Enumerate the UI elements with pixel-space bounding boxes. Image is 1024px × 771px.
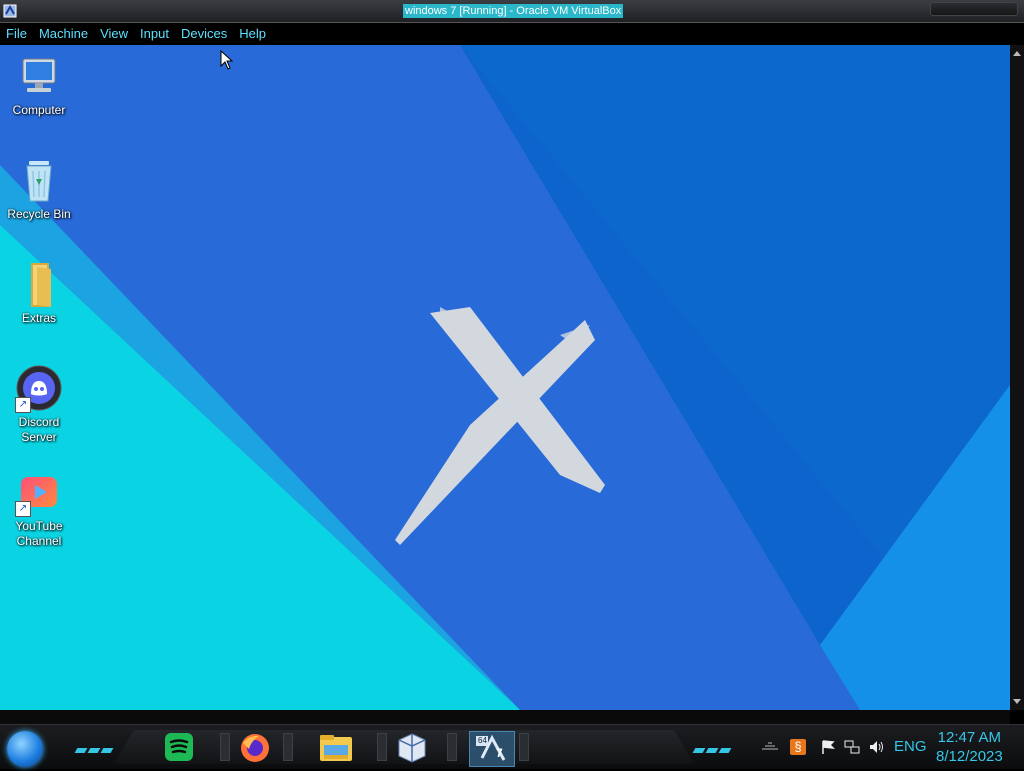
window-title: windows 7 [Running] - Oracle VM VirtualB… xyxy=(403,4,624,18)
menu-help[interactable]: Help xyxy=(233,23,272,45)
shortcut-arrow-icon: ↗ xyxy=(15,397,31,413)
desktop-icon-recycle-bin[interactable]: Recycle Bin xyxy=(1,157,77,222)
desktop-icon-label: Computer xyxy=(12,103,66,117)
menu-view[interactable]: View xyxy=(94,23,134,45)
menu-devices[interactable]: Devices xyxy=(175,23,233,45)
virtualbox-icon xyxy=(398,733,426,763)
clock-time: 12:47 AM xyxy=(937,729,1002,746)
taskbar-separator xyxy=(519,733,529,761)
vm-number: 7 xyxy=(496,746,503,760)
taskbar-virtualbox[interactable] xyxy=(392,731,432,765)
desktop-icon-youtube-channel[interactable]: ↗ YouTube Channel xyxy=(1,469,77,549)
desktop-icon-label: Discord Server xyxy=(18,415,60,444)
scroll-down-icon[interactable] xyxy=(1013,699,1021,704)
scroll-up-icon[interactable] xyxy=(1013,51,1021,56)
taskbar-firefox[interactable] xyxy=(235,731,275,765)
vm-badge: 64 xyxy=(478,736,487,745)
recycle-bin-icon xyxy=(15,157,63,205)
show-hidden-icon[interactable] xyxy=(760,739,780,755)
computer-icon xyxy=(15,53,63,101)
desktop-icon-label: Recycle Bin xyxy=(7,207,71,221)
taskbar-separator xyxy=(377,733,387,761)
vertical-scrollbar[interactable] xyxy=(1010,45,1024,710)
desktop-icon-label: YouTube Channel xyxy=(15,519,63,548)
window-caption-buttons[interactable] xyxy=(930,2,1018,16)
taskbar-separator xyxy=(220,733,230,761)
file-explorer-icon xyxy=(320,735,352,761)
folder-icon xyxy=(15,261,63,309)
taskbar-separator xyxy=(447,733,457,761)
taskbar-windows7-vm[interactable]: 64 7 xyxy=(469,731,515,767)
vm-menubar: File Machine View Input Devices Help xyxy=(0,23,1024,45)
taskbar-file-explorer[interactable] xyxy=(316,731,356,765)
discord-icon: ↗ xyxy=(15,365,63,413)
java-update-icon[interactable]: § xyxy=(790,739,806,755)
desktop-icon-computer[interactable]: Computer xyxy=(1,53,77,118)
youtube-icon: ↗ xyxy=(15,469,63,517)
volume-icon[interactable] xyxy=(868,739,884,755)
desktop-wallpaper xyxy=(0,45,1010,710)
firefox-icon xyxy=(241,734,269,762)
desktop-icon-extras[interactable]: Extras xyxy=(1,261,77,326)
action-center-flag-icon[interactable] xyxy=(820,739,836,755)
taskbar-decoration-right xyxy=(692,740,733,753)
window-titlebar[interactable]: windows 7 [Running] - Oracle VM VirtualB… xyxy=(0,0,1024,23)
network-icon[interactable] xyxy=(844,739,860,755)
guest-desktop[interactable]: Computer Recycle Bin Extras ↗ Discord Se… xyxy=(0,45,1010,710)
virtualbox-icon[interactable] xyxy=(2,3,18,19)
windows7-vm-icon xyxy=(476,734,506,761)
desktop-icon-discord-server[interactable]: ↗ Discord Server xyxy=(1,365,77,445)
mouse-cursor-icon xyxy=(220,50,234,70)
start-button[interactable] xyxy=(7,731,43,767)
spotify-icon xyxy=(165,733,193,761)
taskbar-spotify[interactable] xyxy=(159,731,199,765)
taskbar: 64 7 § ENG 12:47 AM 8/12/2023 xyxy=(0,724,1024,769)
taskbar-separator xyxy=(283,733,293,761)
menu-file[interactable]: File xyxy=(0,23,33,45)
clock-date: 8/12/2023 xyxy=(936,748,1003,765)
taskbar-decoration-left xyxy=(74,740,115,753)
menu-machine[interactable]: Machine xyxy=(33,23,94,45)
language-indicator[interactable]: ENG xyxy=(894,738,927,755)
clock[interactable]: 12:47 AM 8/12/2023 xyxy=(936,728,1003,766)
menu-input[interactable]: Input xyxy=(134,23,175,45)
desktop-icon-label: Extras xyxy=(21,311,56,325)
shortcut-arrow-icon: ↗ xyxy=(15,501,31,517)
horizontal-scrollbar[interactable] xyxy=(0,710,1010,724)
